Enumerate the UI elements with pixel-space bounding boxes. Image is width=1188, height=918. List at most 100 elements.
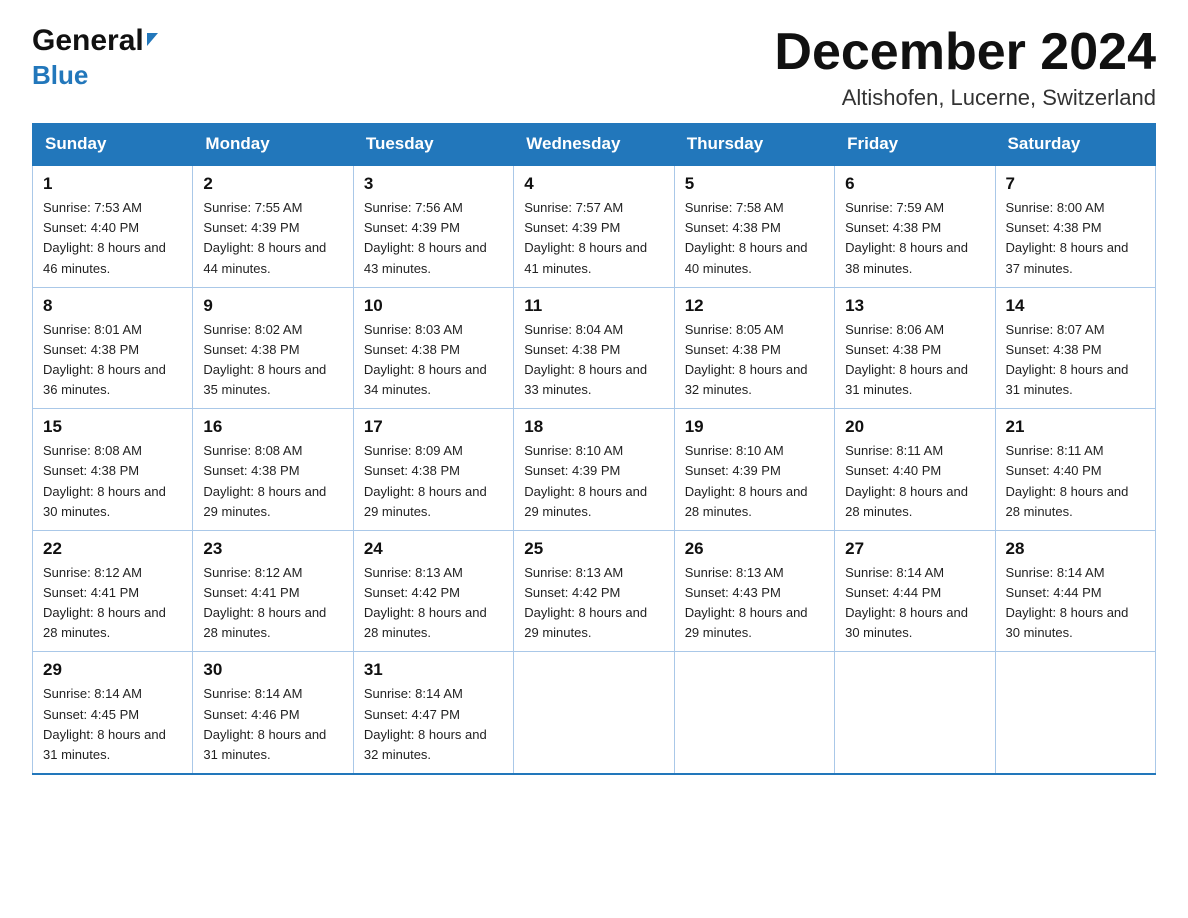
weekday-header-monday: Monday: [193, 124, 353, 166]
calendar-cell: 27 Sunrise: 8:14 AMSunset: 4:44 PMDayligh…: [835, 530, 995, 652]
day-info: Sunrise: 8:13 AMSunset: 4:42 PMDaylight:…: [364, 563, 503, 644]
day-number: 29: [43, 660, 182, 680]
calendar-cell: 26 Sunrise: 8:13 AMSunset: 4:43 PMDayligh…: [674, 530, 834, 652]
calendar-cell: 14 Sunrise: 8:07 AMSunset: 4:38 PMDayligh…: [995, 287, 1155, 409]
calendar-cell: [674, 652, 834, 774]
calendar-week-row: 22 Sunrise: 8:12 AMSunset: 4:41 PMDayligh…: [33, 530, 1156, 652]
day-number: 23: [203, 539, 342, 559]
day-info: Sunrise: 7:53 AMSunset: 4:40 PMDaylight:…: [43, 198, 182, 279]
day-info: Sunrise: 8:14 AMSunset: 4:47 PMDaylight:…: [364, 684, 503, 765]
calendar-cell: [995, 652, 1155, 774]
day-number: 6: [845, 174, 984, 194]
day-info: Sunrise: 8:11 AMSunset: 4:40 PMDaylight:…: [845, 441, 984, 522]
calendar-cell: 22 Sunrise: 8:12 AMSunset: 4:41 PMDayligh…: [33, 530, 193, 652]
calendar-cell: 30Sunrise: 8:14 AMSunset: 4:46 PMDayligh…: [193, 652, 353, 774]
day-info: Sunrise: 8:10 AMSunset: 4:39 PMDaylight:…: [685, 441, 824, 522]
calendar-cell: 2 Sunrise: 7:55 AMSunset: 4:39 PMDaylight…: [193, 165, 353, 287]
calendar-week-row: 29 Sunrise: 8:14 AMSunset: 4:45 PMDayligh…: [33, 652, 1156, 774]
day-number: 14: [1006, 296, 1145, 316]
calendar-cell: 25 Sunrise: 8:13 AMSunset: 4:42 PMDayligh…: [514, 530, 674, 652]
day-number: 31: [364, 660, 503, 680]
day-info: Sunrise: 8:09 AMSunset: 4:38 PMDaylight:…: [364, 441, 503, 522]
day-number: 17: [364, 417, 503, 437]
calendar-cell: 8Sunrise: 8:01 AMSunset: 4:38 PMDaylight…: [33, 287, 193, 409]
day-number: 10: [364, 296, 503, 316]
day-number: 30: [203, 660, 342, 680]
day-number: 26: [685, 539, 824, 559]
weekday-header-saturday: Saturday: [995, 124, 1155, 166]
day-number: 27: [845, 539, 984, 559]
day-number: 15: [43, 417, 182, 437]
day-number: 7: [1006, 174, 1145, 194]
day-number: 21: [1006, 417, 1145, 437]
day-info: Sunrise: 8:07 AMSunset: 4:38 PMDaylight:…: [1006, 320, 1145, 401]
day-number: 5: [685, 174, 824, 194]
calendar-cell: 12Sunrise: 8:05 AMSunset: 4:38 PMDayligh…: [674, 287, 834, 409]
day-number: 20: [845, 417, 984, 437]
calendar-cell: 5 Sunrise: 7:58 AMSunset: 4:38 PMDaylight…: [674, 165, 834, 287]
day-number: 4: [524, 174, 663, 194]
calendar-cell: 29 Sunrise: 8:14 AMSunset: 4:45 PMDayligh…: [33, 652, 193, 774]
day-info: Sunrise: 8:13 AMSunset: 4:43 PMDaylight:…: [685, 563, 824, 644]
day-info: Sunrise: 7:56 AMSunset: 4:39 PMDaylight:…: [364, 198, 503, 279]
day-info: Sunrise: 8:05 AMSunset: 4:38 PMDaylight:…: [685, 320, 824, 401]
calendar-cell: 17 Sunrise: 8:09 AMSunset: 4:38 PMDayligh…: [353, 409, 513, 531]
calendar-cell: 23 Sunrise: 8:12 AMSunset: 4:41 PMDayligh…: [193, 530, 353, 652]
calendar-cell: [835, 652, 995, 774]
day-info: Sunrise: 8:12 AMSunset: 4:41 PMDaylight:…: [43, 563, 182, 644]
month-title: December 2024: [774, 24, 1156, 81]
calendar-cell: 13Sunrise: 8:06 AMSunset: 4:38 PMDayligh…: [835, 287, 995, 409]
day-number: 3: [364, 174, 503, 194]
day-number: 9: [203, 296, 342, 316]
day-info: Sunrise: 8:04 AMSunset: 4:38 PMDaylight:…: [524, 320, 663, 401]
day-info: Sunrise: 7:58 AMSunset: 4:38 PMDaylight:…: [685, 198, 824, 279]
weekday-header-sunday: Sunday: [33, 124, 193, 166]
logo-blue-text: Blue: [32, 60, 88, 91]
calendar-cell: 11 Sunrise: 8:04 AMSunset: 4:38 PMDayligh…: [514, 287, 674, 409]
day-info: Sunrise: 8:10 AMSunset: 4:39 PMDaylight:…: [524, 441, 663, 522]
day-number: 25: [524, 539, 663, 559]
day-number: 13: [845, 296, 984, 316]
weekday-header-wednesday: Wednesday: [514, 124, 674, 166]
day-number: 18: [524, 417, 663, 437]
day-info: Sunrise: 8:13 AMSunset: 4:42 PMDaylight:…: [524, 563, 663, 644]
weekday-header-tuesday: Tuesday: [353, 124, 513, 166]
day-info: Sunrise: 8:08 AMSunset: 4:38 PMDaylight:…: [43, 441, 182, 522]
day-info: Sunrise: 8:14 AMSunset: 4:44 PMDaylight:…: [845, 563, 984, 644]
calendar-cell: 20 Sunrise: 8:11 AMSunset: 4:40 PMDayligh…: [835, 409, 995, 531]
calendar-week-row: 1 Sunrise: 7:53 AMSunset: 4:40 PMDaylight…: [33, 165, 1156, 287]
day-info: Sunrise: 7:55 AMSunset: 4:39 PMDaylight:…: [203, 198, 342, 279]
calendar-cell: 16Sunrise: 8:08 AMSunset: 4:38 PMDayligh…: [193, 409, 353, 531]
title-block: December 2024 Altishofen, Lucerne, Switz…: [774, 24, 1156, 111]
day-info: Sunrise: 8:12 AMSunset: 4:41 PMDaylight:…: [203, 563, 342, 644]
calendar-cell: 7Sunrise: 8:00 AMSunset: 4:38 PMDaylight…: [995, 165, 1155, 287]
calendar-cell: 21Sunrise: 8:11 AMSunset: 4:40 PMDayligh…: [995, 409, 1155, 531]
day-info: Sunrise: 7:59 AMSunset: 4:38 PMDaylight:…: [845, 198, 984, 279]
day-number: 28: [1006, 539, 1145, 559]
day-number: 22: [43, 539, 182, 559]
day-info: Sunrise: 8:01 AMSunset: 4:38 PMDaylight:…: [43, 320, 182, 401]
weekday-header-row: SundayMondayTuesdayWednesdayThursdayFrid…: [33, 124, 1156, 166]
day-info: Sunrise: 7:57 AMSunset: 4:39 PMDaylight:…: [524, 198, 663, 279]
calendar-cell: 28 Sunrise: 8:14 AMSunset: 4:44 PMDayligh…: [995, 530, 1155, 652]
calendar-cell: 4 Sunrise: 7:57 AMSunset: 4:39 PMDaylight…: [514, 165, 674, 287]
calendar-cell: 31 Sunrise: 8:14 AMSunset: 4:47 PMDayligh…: [353, 652, 513, 774]
calendar-cell: 10Sunrise: 8:03 AMSunset: 4:38 PMDayligh…: [353, 287, 513, 409]
day-info: Sunrise: 8:02 AMSunset: 4:38 PMDaylight:…: [203, 320, 342, 401]
calendar-cell: 19 Sunrise: 8:10 AMSunset: 4:39 PMDayligh…: [674, 409, 834, 531]
day-number: 2: [203, 174, 342, 194]
day-number: 24: [364, 539, 503, 559]
weekday-header-thursday: Thursday: [674, 124, 834, 166]
calendar-cell: [514, 652, 674, 774]
day-info: Sunrise: 8:14 AMSunset: 4:44 PMDaylight:…: [1006, 563, 1145, 644]
calendar-cell: 1 Sunrise: 7:53 AMSunset: 4:40 PMDaylight…: [33, 165, 193, 287]
calendar-table: SundayMondayTuesdayWednesdayThursdayFrid…: [32, 123, 1156, 775]
calendar-cell: 9 Sunrise: 8:02 AMSunset: 4:38 PMDaylight…: [193, 287, 353, 409]
day-number: 1: [43, 174, 182, 194]
day-number: 11: [524, 296, 663, 316]
calendar-cell: 15 Sunrise: 8:08 AMSunset: 4:38 PMDayligh…: [33, 409, 193, 531]
day-number: 19: [685, 417, 824, 437]
location-subtitle: Altishofen, Lucerne, Switzerland: [774, 85, 1156, 111]
day-info: Sunrise: 8:14 AMSunset: 4:45 PMDaylight:…: [43, 684, 182, 765]
calendar-cell: 24 Sunrise: 8:13 AMSunset: 4:42 PMDayligh…: [353, 530, 513, 652]
